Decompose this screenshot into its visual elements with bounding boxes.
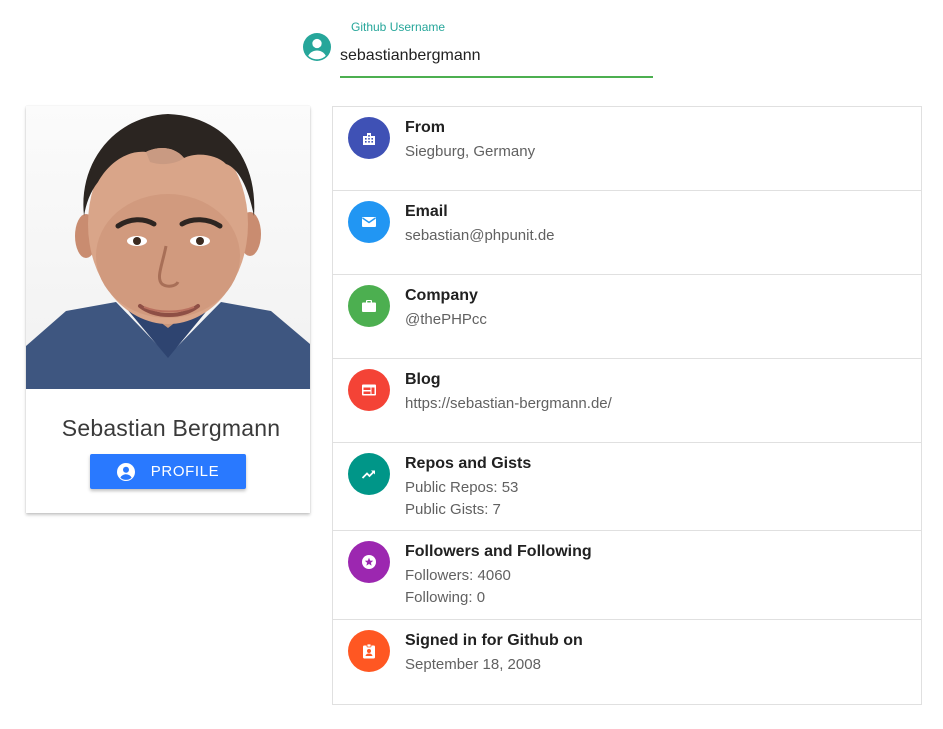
user-details-list: From Siegburg, Germany Email sebastian@p… [332, 106, 922, 705]
mail-icon [348, 201, 390, 243]
item-value: https://sebastian-bergmann.de/ [405, 395, 612, 412]
item-title: Company [405, 287, 478, 304]
work-icon [348, 285, 390, 327]
account-circle-icon [116, 462, 135, 481]
profile-button-label: PROFILE [150, 463, 220, 480]
item-value: Followers: 4060 [405, 567, 511, 584]
item-value-secondary: Public Gists: 7 [405, 501, 501, 518]
list-item-followers: Followers and Following Followers: 4060 … [333, 531, 921, 620]
item-value: Public Repos: 53 [405, 479, 519, 496]
avatar [26, 106, 310, 389]
list-item-email: Email sebastian@phpunit.de [333, 191, 921, 275]
item-title: From [405, 119, 445, 136]
trending-up-icon [348, 453, 390, 495]
account-circle-icon [303, 33, 331, 61]
list-item-repos: Repos and Gists Public Repos: 53 Public … [333, 443, 921, 531]
username-input-underline [340, 76, 653, 78]
profile-card: Sebastian Bergmann PROFILE [26, 106, 310, 513]
web-icon [348, 369, 390, 411]
list-item-blog: Blog https://sebastian-bergmann.de/ [333, 359, 921, 443]
item-title: Signed in for Github on [405, 632, 583, 649]
stars-icon [348, 541, 390, 583]
username-search: Github Username [303, 16, 655, 80]
item-value: @thePHPcc [405, 311, 487, 328]
username-input[interactable] [340, 42, 653, 70]
profile-button[interactable]: PROFILE [90, 454, 246, 489]
list-item-company: Company @thePHPcc [333, 275, 921, 359]
item-title: Blog [405, 371, 441, 388]
item-title: Email [405, 203, 448, 220]
item-value: September 18, 2008 [405, 656, 541, 673]
profile-name: Sebastian Bergmann [61, 415, 281, 441]
location-city-icon [348, 117, 390, 159]
assignment-ind-icon [348, 630, 390, 672]
item-value: Siegburg, Germany [405, 143, 536, 160]
list-item-from: From Siegburg, Germany [333, 107, 921, 191]
item-value-secondary: Following: 0 [405, 589, 486, 606]
list-item-signed-in: Signed in for Github on September 18, 20… [333, 620, 921, 704]
item-title: Followers and Following [405, 543, 592, 560]
username-field-label: Github Username [351, 20, 446, 34]
item-value: sebastian@phpunit.de [405, 227, 555, 244]
item-title: Repos and Gists [405, 455, 532, 472]
